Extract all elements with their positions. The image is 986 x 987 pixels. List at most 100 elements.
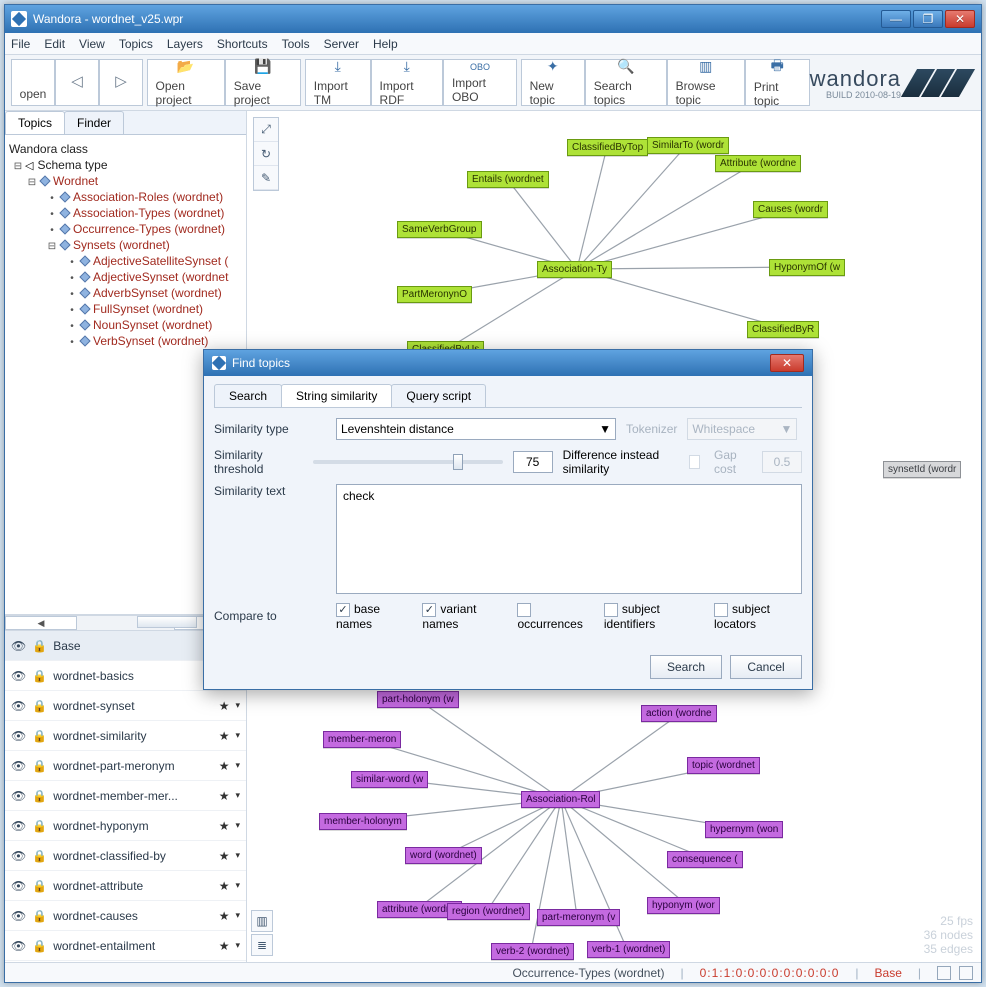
- checkbox[interactable]: [422, 603, 436, 617]
- layer-row[interactable]: 👁🔒wordnet-similarity★▾: [5, 721, 246, 751]
- layer-row[interactable]: 👁🔒wordnet-classified-by★▾: [5, 841, 246, 871]
- tb-open-project[interactable]: 📂Open project: [147, 59, 225, 106]
- layer-row[interactable]: 👁🔒wordnet-synset★▾: [5, 691, 246, 721]
- menu-help[interactable]: Help: [373, 37, 398, 51]
- eye-icon[interactable]: 👁: [11, 819, 26, 833]
- tree-schema[interactable]: Schema type: [37, 158, 107, 172]
- tb-search-topics[interactable]: 🔍Search topics: [585, 59, 667, 106]
- tb-save-project[interactable]: 💾Save project: [225, 59, 302, 106]
- tree-assoc-types[interactable]: Association-Types (wordnet): [73, 206, 224, 220]
- checkbox[interactable]: [714, 603, 728, 617]
- eye-icon[interactable]: 👁: [11, 759, 26, 773]
- threshold-value[interactable]: 75: [513, 451, 553, 473]
- layer-menu-icon[interactable]: ▾: [235, 880, 240, 891]
- lock-icon[interactable]: 🔒: [32, 849, 47, 863]
- graph-node[interactable]: member-holonym: [319, 813, 407, 830]
- status-icon-2[interactable]: [959, 966, 973, 980]
- menu-file[interactable]: File: [11, 37, 30, 51]
- tree-adverb[interactable]: AdverbSynset (wordnet): [93, 286, 222, 300]
- graph-node[interactable]: hyponym (wor: [647, 897, 720, 914]
- tree-adj[interactable]: AdjectiveSynset (wordnet: [93, 270, 228, 284]
- canvas-corner-btn-1[interactable]: ▥: [251, 910, 273, 932]
- tree-assoc-roles[interactable]: Association-Roles (wordnet): [73, 190, 223, 204]
- dlg-tab-string-similarity[interactable]: String similarity: [281, 384, 392, 407]
- star-icon[interactable]: ★: [219, 939, 230, 953]
- combo-similarity-type[interactable]: Levenshtein distance ▼: [336, 418, 616, 440]
- lock-icon[interactable]: 🔒: [32, 759, 47, 773]
- tree-wordnet[interactable]: Wordnet: [53, 174, 98, 188]
- layer-menu-icon[interactable]: ▾: [235, 700, 240, 711]
- layer-row[interactable]: 👁🔒wordnet-causes★▾: [5, 901, 246, 931]
- menu-view[interactable]: View: [79, 37, 105, 51]
- tree-noun[interactable]: NounSynset (wordnet): [93, 318, 212, 332]
- tree-synsets[interactable]: Synsets (wordnet): [73, 238, 170, 252]
- lock-icon[interactable]: 🔒: [32, 699, 47, 713]
- compare-option[interactable]: subject identifiers: [604, 602, 700, 631]
- graph-node[interactable]: Entails (wordnet: [467, 171, 549, 188]
- tb-import-rdf[interactable]: ⤓Import RDF: [371, 59, 443, 106]
- star-icon[interactable]: ★: [219, 729, 230, 743]
- layer-menu-icon[interactable]: ▾: [235, 820, 240, 831]
- graph-node[interactable]: part-holonym (w: [377, 691, 459, 708]
- graph-node[interactable]: member-meron: [323, 731, 401, 748]
- minimize-button[interactable]: —: [881, 10, 911, 28]
- tree-full[interactable]: FullSynset (wordnet): [93, 302, 203, 316]
- status-icon-1[interactable]: [937, 966, 951, 980]
- graph-node[interactable]: HyponymOf (w: [769, 259, 845, 276]
- eye-icon[interactable]: 👁: [11, 669, 26, 683]
- graph-node[interactable]: verb-1 (wordnet): [587, 941, 670, 958]
- lock-icon[interactable]: 🔒: [32, 639, 47, 653]
- menu-shortcuts[interactable]: Shortcuts: [217, 37, 268, 51]
- tb-new-topic[interactable]: ✦New topic: [521, 59, 585, 106]
- lock-icon[interactable]: 🔒: [32, 909, 47, 923]
- tree-adjsat[interactable]: AdjectiveSatelliteSynset (: [93, 254, 228, 268]
- dlg-search-button[interactable]: Search: [650, 655, 722, 679]
- slider-threshold[interactable]: [313, 451, 503, 473]
- menu-topics[interactable]: Topics: [119, 37, 153, 51]
- eye-icon[interactable]: 👁: [11, 879, 26, 893]
- tb-forward[interactable]: ▷: [99, 59, 143, 106]
- graph-node[interactable]: word (wordnet): [405, 847, 482, 864]
- lock-icon[interactable]: 🔒: [32, 729, 47, 743]
- dlg-tab-query-script[interactable]: Query script: [391, 384, 486, 407]
- slider-thumb[interactable]: [453, 454, 463, 470]
- star-icon[interactable]: ★: [219, 819, 230, 833]
- graph-center-node[interactable]: Association-Rol: [521, 791, 600, 808]
- tree-verb[interactable]: VerbSynset (wordnet): [93, 334, 208, 348]
- layer-menu-icon[interactable]: ▾: [235, 730, 240, 741]
- graph-node[interactable]: similar-word (w: [351, 771, 428, 788]
- layer-menu-icon[interactable]: ▾: [235, 760, 240, 771]
- close-button[interactable]: ✕: [945, 10, 975, 28]
- maximize-button[interactable]: ❐: [913, 10, 943, 28]
- menu-server[interactable]: Server: [324, 37, 359, 51]
- menu-layers[interactable]: Layers: [167, 37, 203, 51]
- checkbox[interactable]: [604, 603, 618, 617]
- dialog-close-button[interactable]: ✕: [770, 354, 804, 372]
- tree-occ-types[interactable]: Occurrence-Types (wordnet): [73, 222, 225, 236]
- compare-option[interactable]: subject locators: [714, 602, 802, 631]
- star-icon[interactable]: ★: [219, 909, 230, 923]
- compare-option[interactable]: base names: [336, 602, 408, 631]
- eye-icon[interactable]: 👁: [11, 639, 26, 653]
- graph-node[interactable]: SameVerbGroup: [397, 221, 482, 238]
- graph-node[interactable]: PartMeronynO: [397, 286, 472, 303]
- graph-node[interactable]: consequence (: [667, 851, 743, 868]
- checkbox[interactable]: [517, 603, 531, 617]
- eye-icon[interactable]: 👁: [11, 909, 26, 923]
- tab-topics[interactable]: Topics: [5, 111, 65, 134]
- tab-finder[interactable]: Finder: [64, 111, 124, 134]
- similarity-text-input[interactable]: check: [336, 484, 802, 594]
- tb-import-obo[interactable]: OBOImport OBO: [443, 59, 517, 106]
- eye-icon[interactable]: 👁: [11, 699, 26, 713]
- tb-browse-topic[interactable]: ▥Browse topic: [667, 59, 745, 106]
- graph-node[interactable]: action (wordne: [641, 705, 717, 722]
- lock-icon[interactable]: 🔒: [32, 669, 47, 683]
- graph-center-node[interactable]: Association-Ty: [537, 261, 612, 278]
- star-icon[interactable]: ★: [219, 849, 230, 863]
- layer-menu-icon[interactable]: ▾: [235, 850, 240, 861]
- graph-node[interactable]: ClassifiedByTop: [567, 139, 648, 156]
- compare-option[interactable]: occurrences: [517, 602, 589, 631]
- tb-import-tm[interactable]: ⤓Import TM: [305, 59, 371, 106]
- tree-root[interactable]: Wandora class: [9, 142, 88, 156]
- graph-node[interactable]: verb-2 (wordnet): [491, 943, 574, 960]
